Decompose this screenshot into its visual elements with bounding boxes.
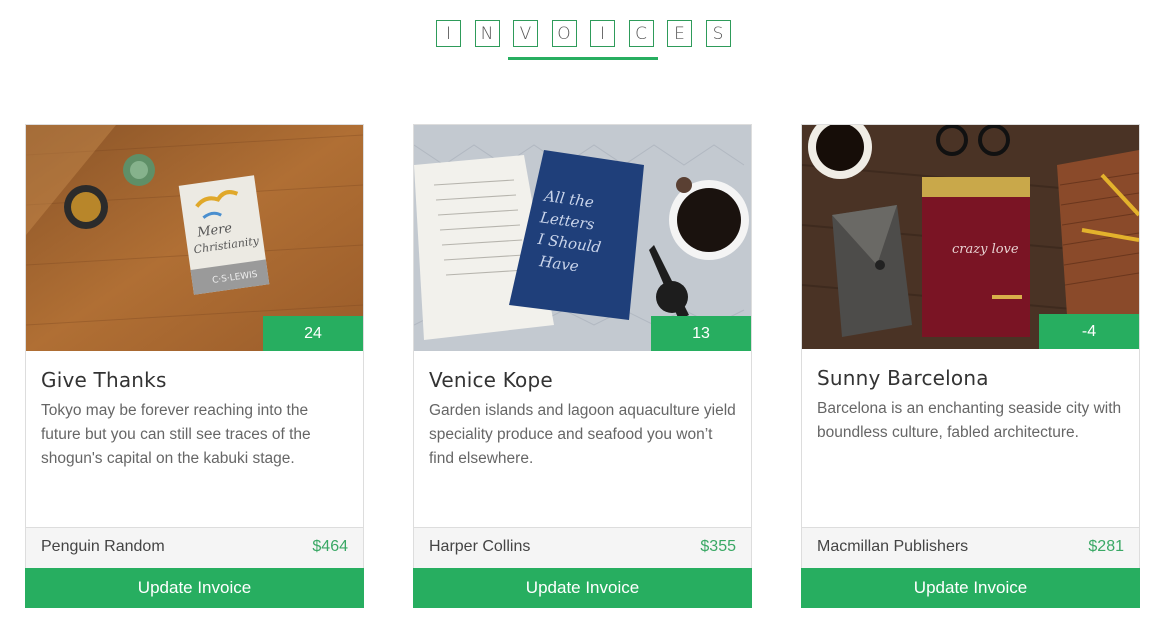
card-description: Tokyo may be forever reaching into the f…	[41, 402, 311, 467]
card-footer: Macmillan Publishers $281	[802, 527, 1139, 568]
card-image: crazy love -4	[802, 125, 1139, 349]
card-footer: Harper Collins $355	[414, 527, 751, 568]
card-title: Give Thanks	[41, 368, 167, 392]
heading-letter: I	[590, 20, 615, 47]
card-badge: 24	[263, 316, 363, 351]
card-badge: -4	[1039, 314, 1139, 349]
page-heading: I N V O I C E S	[0, 20, 1166, 64]
heading-letter: O	[551, 20, 577, 47]
heading-letter: N	[474, 20, 500, 47]
card-price: $355	[700, 538, 736, 555]
card-title: Sunny Barcelona	[817, 366, 989, 390]
svg-text:crazy love: crazy love	[952, 242, 1019, 257]
heading-letter: S	[705, 20, 731, 47]
update-invoice-button[interactable]: Update Invoice	[25, 568, 364, 608]
card-price: $281	[1088, 538, 1124, 555]
update-invoice-button[interactable]: Update Invoice	[801, 568, 1140, 608]
heading-letter: C	[628, 20, 654, 47]
card-image: Mere Christianity C·S·LEWIS 24	[26, 125, 363, 351]
card-publisher: Macmillan Publishers	[817, 538, 969, 555]
card-publisher: Penguin Random	[41, 538, 165, 555]
heading-letter: E	[667, 20, 692, 47]
heading-underline	[508, 57, 658, 60]
invoice-card: Mere Christianity C·S·LEWIS 24 Give Than…	[25, 124, 364, 608]
invoice-card: crazy love -4 Sunny Barcelona Barcelona …	[801, 124, 1140, 608]
card-publisher: Harper Collins	[429, 538, 531, 555]
invoice-card: All the Letters I Should Have 13 Venice …	[413, 124, 752, 608]
card-title: Venice Kope	[429, 368, 553, 392]
card-description: Barcelona is an enchanting seaside city …	[817, 400, 1122, 441]
heading-letter: V	[513, 20, 538, 47]
card-footer: Penguin Random $464	[26, 527, 363, 568]
card-image: All the Letters I Should Have 13	[414, 125, 751, 351]
heading-letters: I N V O I C E S	[436, 20, 744, 47]
card-description: Garden islands and lagoon aquaculture yi…	[429, 402, 736, 467]
card-price: $464	[312, 538, 348, 555]
card-badge: 13	[651, 316, 751, 351]
update-invoice-button[interactable]: Update Invoice	[413, 568, 752, 608]
heading-letter: I	[436, 20, 461, 47]
